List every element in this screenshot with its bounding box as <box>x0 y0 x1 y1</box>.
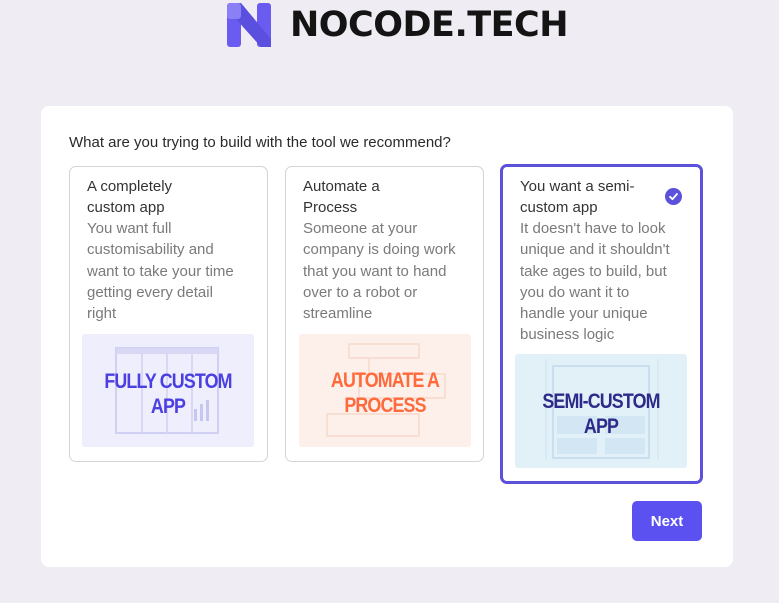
brand-name: NOCODE.TECH <box>290 5 569 45</box>
illustration-label: AUTOMATE A <box>330 369 440 392</box>
illustration-label: APP <box>583 415 619 438</box>
illustration-label: SEMI-CUSTOM <box>542 390 660 413</box>
question-panel: What are you trying to build with the to… <box>41 106 733 567</box>
option-illustration: FULLY CUSTOM APP <box>82 334 254 447</box>
option-title: A completely custom app <box>87 178 173 217</box>
option-card-automate-process[interactable]: Automate a Process Someone at your compa… <box>285 166 484 462</box>
illustration-label: PROCESS <box>344 394 426 417</box>
check-icon <box>665 188 682 205</box>
option-title: Automate a Process <box>303 178 380 217</box>
option-title: You want a semi- custom app <box>520 178 635 217</box>
header: NOCODE.TECH <box>0 0 779 60</box>
option-illustration: SEMI-CUSTOM APP <box>515 354 687 468</box>
question-text: What are you trying to build with the to… <box>69 134 451 151</box>
illustration-label: FULLY CUSTOM <box>104 370 232 393</box>
option-description: It doesn't have to look unique and it sh… <box>520 220 670 344</box>
nocode-logo-icon <box>227 3 271 47</box>
option-description: Someone at your company is doing work th… <box>303 220 456 323</box>
option-card-semi-custom-app[interactable]: You want a semi- custom app It doesn't h… <box>500 164 703 484</box>
option-card-custom-app[interactable]: A completely custom app You want full cu… <box>69 166 268 462</box>
illustration-label: APP <box>150 395 186 418</box>
next-button[interactable]: Next <box>632 501 702 541</box>
option-illustration: AUTOMATE A PROCESS <box>299 334 471 447</box>
option-description: You want full customisability and want t… <box>87 220 234 323</box>
